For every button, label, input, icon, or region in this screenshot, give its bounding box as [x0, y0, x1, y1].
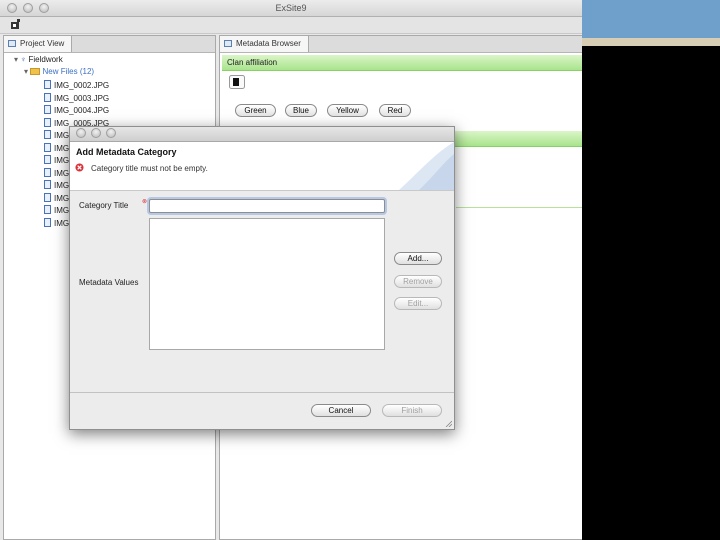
image-file-icon	[44, 92, 51, 102]
divider	[456, 207, 582, 208]
metadata-values-label: Metadata Values	[79, 278, 139, 287]
resize-grip-icon[interactable]	[444, 419, 452, 427]
toolbar	[0, 17, 582, 34]
project-icon: ♆	[20, 55, 27, 64]
tab-project-view[interactable]: Project View	[4, 36, 72, 52]
file-name: IMG_0004.JPG	[54, 106, 110, 115]
category-title-label: Category Title	[79, 201, 129, 210]
image-file-icon	[44, 192, 51, 202]
file-list-item[interactable]: IMG_0004.JPG	[44, 105, 109, 117]
collapse-arrow-icon[interactable]: ▾	[14, 55, 18, 64]
metadata-value-yellow[interactable]: Yellow	[327, 104, 368, 117]
dialog-zoom-button[interactable]	[106, 128, 116, 138]
cancel-button[interactable]: Cancel	[311, 404, 371, 417]
image-file-icon	[44, 105, 51, 114]
dialog-title-bar	[70, 127, 454, 142]
title-bar: ExSite9	[0, 0, 582, 17]
metadata-browser-tabbar: Metadata Browser	[220, 36, 582, 53]
tree-root-fieldwork[interactable]: ▾ ♆ Fieldwork	[14, 54, 63, 66]
image-file-icon	[44, 167, 51, 177]
tree-folder-label: New Files (12)	[42, 67, 95, 76]
project-view-icon	[8, 40, 16, 47]
header-decoration	[399, 142, 454, 190]
image-file-icon	[44, 205, 51, 214]
desktop-strip	[582, 38, 720, 46]
required-field-icon: ⊗	[142, 199, 148, 205]
error-message: Category title must not be empty.	[91, 164, 208, 173]
metadata-category-header: Clan affiliation	[222, 55, 582, 71]
metadata-value-blue[interactable]: Blue	[285, 104, 317, 117]
dialog-minimize-button[interactable]	[91, 128, 101, 138]
tree-root-label: Fieldwork	[28, 55, 63, 64]
tab-metadata-browser-label: Metadata Browser	[236, 39, 301, 48]
image-file-icon	[44, 117, 51, 127]
collapse-arrow-icon[interactable]: ▾	[24, 67, 28, 76]
metadata-value-red[interactable]: Red	[379, 104, 411, 117]
image-file-icon	[44, 180, 51, 189]
tab-metadata-browser[interactable]: Metadata Browser	[220, 36, 309, 52]
dialog-footer-divider	[70, 392, 454, 393]
add-metadata-category-dialog: Add Metadata Category Category title mus…	[69, 126, 455, 430]
metadata-browser-icon	[224, 40, 232, 47]
edit-value-button[interactable]: Edit...	[394, 297, 442, 310]
new-project-icon[interactable]	[10, 19, 21, 30]
folder-icon	[30, 68, 41, 75]
edit-category-icon[interactable]	[229, 75, 245, 89]
remove-value-button[interactable]: Remove	[394, 275, 442, 288]
project-view-tabbar: Project View	[4, 36, 215, 53]
tab-project-view-label: Project View	[20, 39, 65, 48]
image-file-icon	[44, 217, 51, 227]
error-icon	[75, 163, 84, 172]
file-name: IMG_0003.JPG	[54, 93, 110, 103]
file-name: IMG_0002.JPG	[54, 81, 110, 90]
add-value-button[interactable]: Add...	[394, 252, 442, 265]
category-title-input[interactable]	[149, 199, 385, 213]
file-list-item[interactable]: IMG_0002.JPG	[44, 80, 109, 92]
image-file-icon	[44, 80, 51, 89]
dialog-header: Add Metadata Category Category title mus…	[70, 142, 454, 191]
metadata-values-list[interactable]	[149, 218, 385, 350]
image-file-icon	[44, 155, 51, 164]
dialog-title: Add Metadata Category	[76, 147, 177, 157]
metadata-category-title: Clan affiliation	[227, 58, 278, 67]
image-file-icon	[44, 130, 51, 139]
metadata-value-green[interactable]: Green	[235, 104, 276, 117]
app-title: ExSite9	[275, 3, 307, 13]
desktop-background	[582, 0, 720, 38]
image-file-icon	[44, 142, 51, 152]
finish-button[interactable]: Finish	[382, 404, 442, 417]
dialog-close-button[interactable]	[76, 128, 86, 138]
tree-folder-new-files[interactable]: ▾ New Files (12)	[24, 66, 94, 78]
file-list-item[interactable]: IMG_0003.JPG	[44, 92, 110, 105]
